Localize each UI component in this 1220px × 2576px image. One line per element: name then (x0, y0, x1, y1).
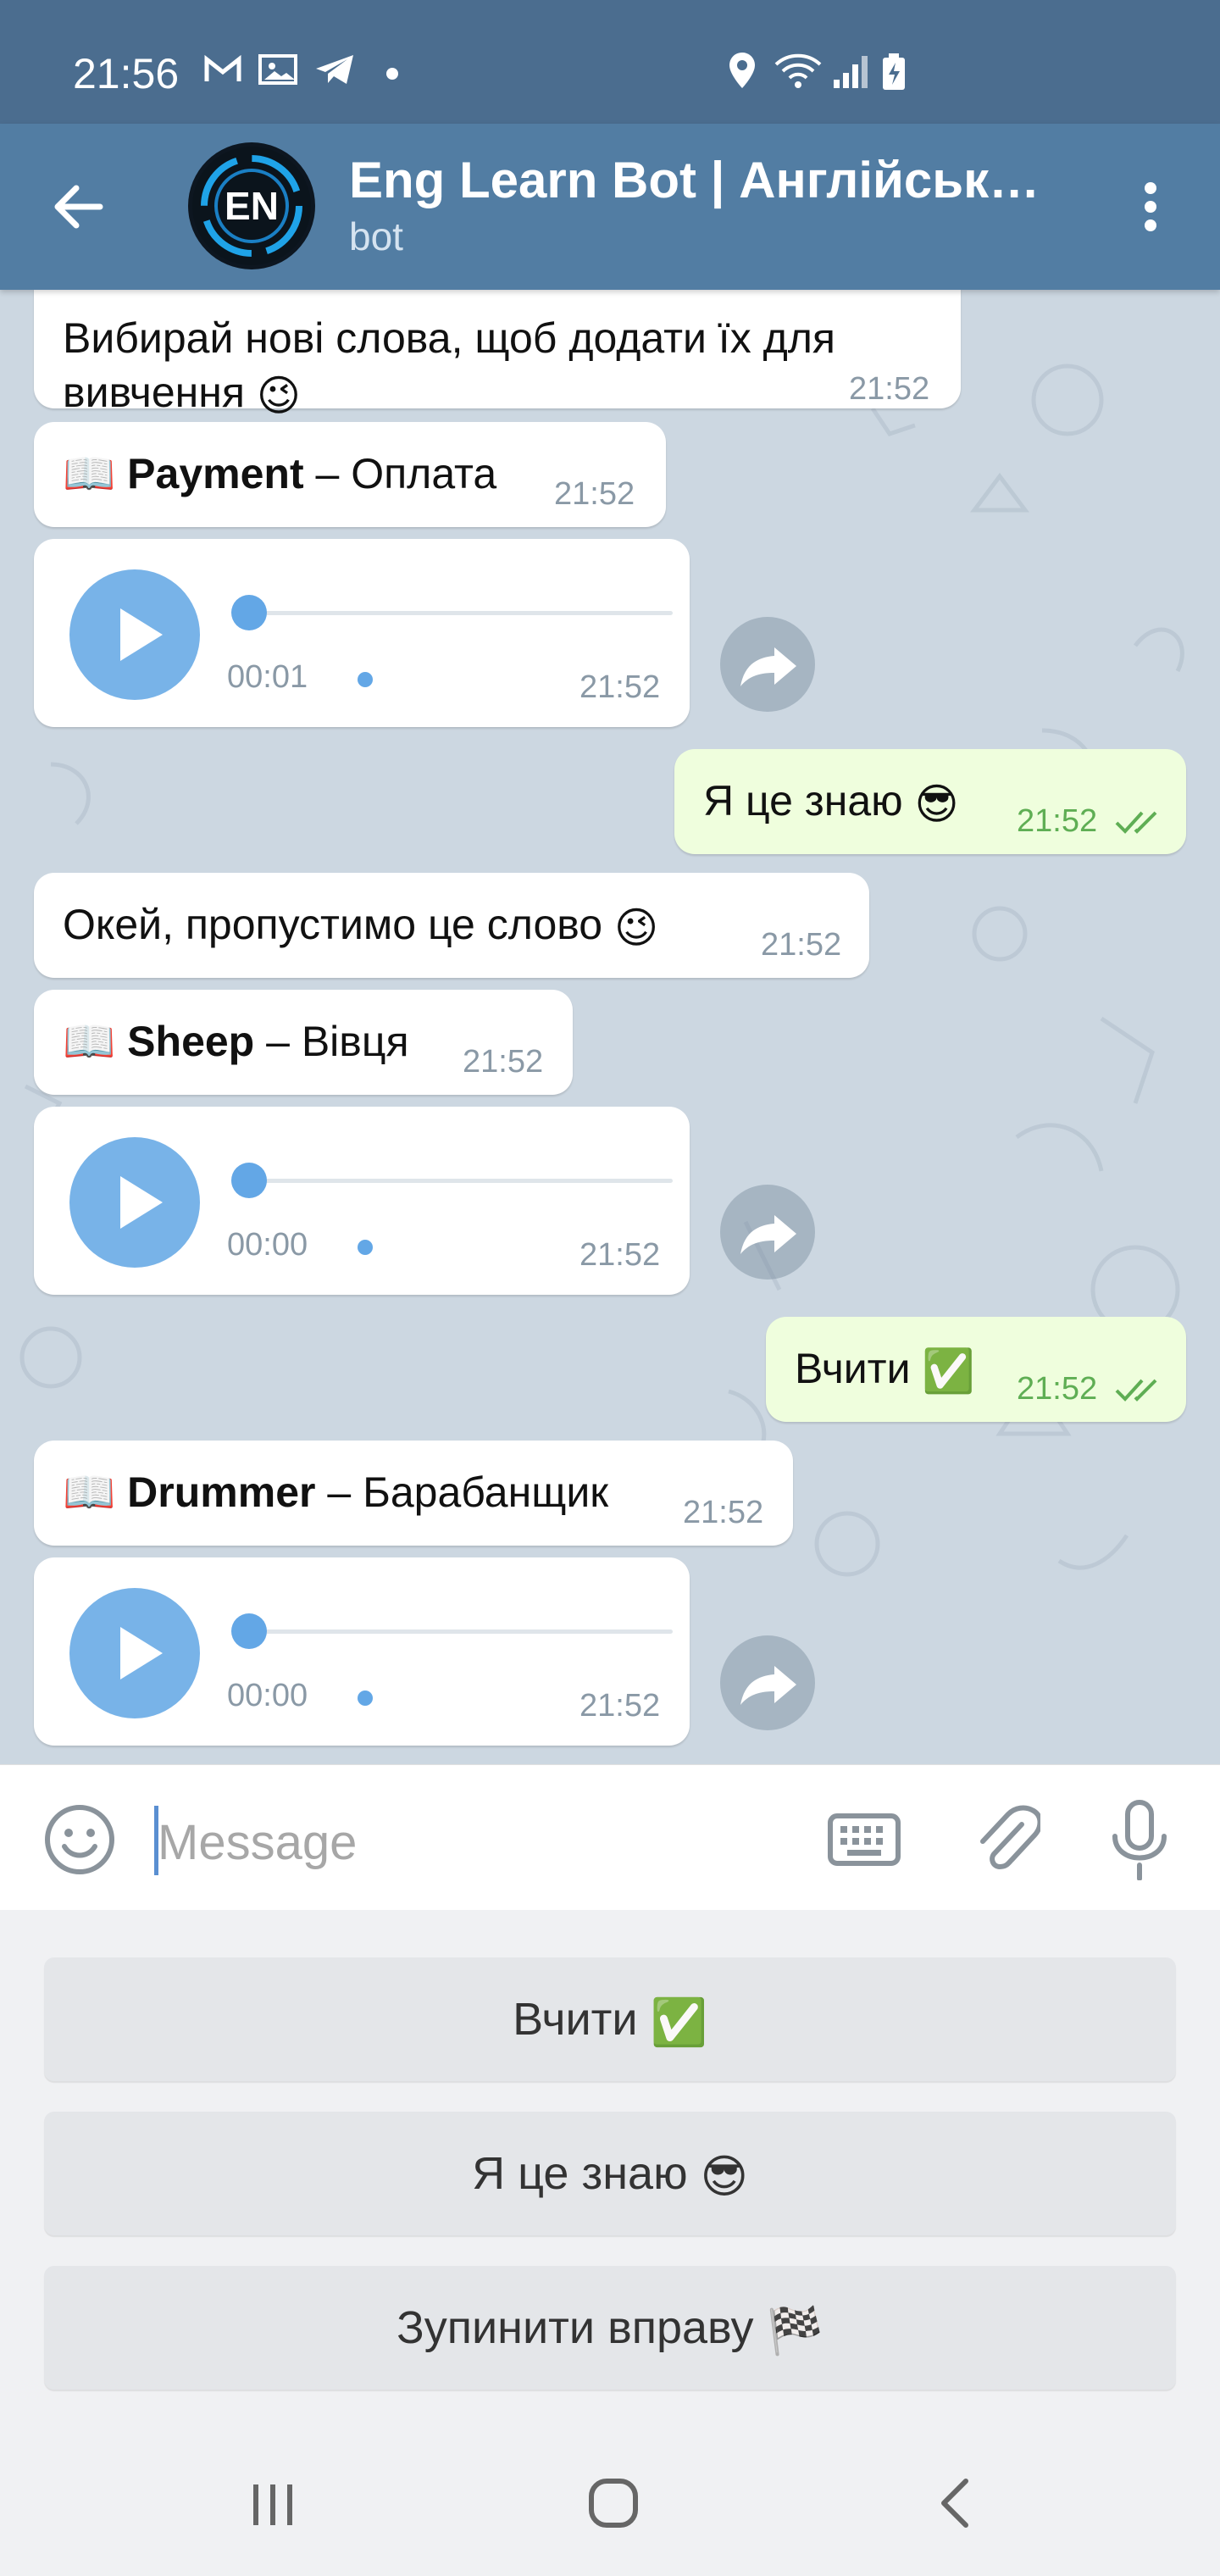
signal-icon (834, 56, 868, 88)
gmail-icon (204, 54, 241, 81)
message-time: 21:52 (580, 669, 661, 705)
message-input-bar: Message (0, 1764, 1220, 1910)
keyboard-button-learn[interactable]: Вчити ✅ (44, 1957, 1176, 2081)
share-button[interactable] (720, 1185, 815, 1280)
voice-waveform-track[interactable] (249, 611, 673, 615)
voice-message[interactable]: 00:00 21:52 (34, 1107, 690, 1295)
message-time: 21:52 (580, 1688, 661, 1724)
outgoing-message[interactable]: Вчити ✅ 21:52 (766, 1317, 1186, 1422)
system-back-icon[interactable] (935, 2476, 976, 2530)
book-icon: 📖 (63, 450, 116, 497)
translation: Вівця (301, 1018, 409, 1065)
outgoing-message[interactable]: Я це знаю 😎 21:52 (674, 749, 1186, 854)
unplayed-dot-icon (358, 672, 373, 687)
winking-face-icon: 😉 (614, 903, 659, 952)
emoji-icon[interactable] (42, 1802, 117, 1877)
play-button[interactable] (69, 1137, 200, 1268)
share-button[interactable] (720, 617, 815, 712)
message-time: 21:52 (683, 1495, 764, 1530)
battery-icon (883, 53, 905, 90)
word-card-message[interactable]: 📖 Drummer – Барабанщик 21:52 (34, 1441, 793, 1546)
message-time: 21:52 (554, 476, 635, 512)
location-icon (729, 53, 755, 88)
wifi-icon (774, 53, 822, 88)
message-bubble[interactable]: Вибирай нові слова, щоб додати їх для ви… (34, 290, 961, 419)
gallery-icon (258, 54, 297, 85)
message-text: Окей, пропустимо це слово 😉 (63, 901, 659, 952)
voice-duration: 00:00 (227, 1227, 308, 1263)
avatar[interactable]: EN (188, 142, 315, 269)
sunglasses-face-icon: 😎 (914, 780, 959, 828)
word: Payment (127, 450, 304, 497)
voice-duration: 00:00 (227, 1678, 308, 1713)
play-button[interactable] (69, 569, 200, 700)
translation: Барабанщик (363, 1468, 609, 1516)
voice-seek-handle[interactable] (231, 1613, 267, 1649)
message-time: 21:52 (463, 1044, 544, 1080)
unplayed-dot-icon (358, 1240, 373, 1255)
status-bar: 21:56 (0, 0, 1220, 124)
voice-message[interactable]: 00:00 21:52 (34, 1557, 690, 1746)
more-options-icon[interactable] (1134, 176, 1167, 237)
book-icon: 📖 (63, 1468, 116, 1516)
home-icon[interactable] (586, 2476, 640, 2530)
voice-seek-handle[interactable] (231, 1163, 267, 1198)
message-time: 21:52 (1017, 803, 1098, 839)
winking-face-icon: 😉 (256, 371, 301, 419)
message-text: 📖 Drummer – Барабанщик (63, 1468, 609, 1516)
attach-icon[interactable] (973, 1801, 1040, 1879)
voice-seek-handle[interactable] (231, 595, 267, 630)
read-check-icon (1115, 1379, 1157, 1402)
check-mark-button-icon: ✅ (922, 1347, 975, 1396)
message-time: 21:52 (849, 371, 930, 407)
message-text: Я це знаю 😎 (703, 777, 959, 828)
voice-waveform-track[interactable] (249, 1629, 673, 1634)
message-text: Вибирай нові слова, щоб додати їх для (63, 314, 836, 362)
unplayed-dot-icon (358, 1690, 373, 1706)
back-arrow-icon[interactable] (47, 176, 108, 237)
chequered-flag-icon: 🏁 (766, 2305, 824, 2357)
avatar-text: EN (225, 184, 279, 228)
keyboard-icon[interactable] (827, 1809, 901, 1870)
message-time: 21:52 (1017, 1371, 1098, 1407)
message-text: 📖 Payment – Оплата (63, 450, 497, 497)
message-text: 📖 Sheep – Вівця (63, 1018, 409, 1065)
book-icon: 📖 (63, 1018, 116, 1065)
sunglasses-face-icon: 😎 (700, 2151, 748, 2202)
share-button[interactable] (720, 1635, 815, 1730)
chat-header: EN Eng Learn Bot | Англійська… bot (0, 124, 1220, 290)
notification-dot-icon (386, 68, 398, 80)
chat-title[interactable]: Eng Learn Bot | Англійська… (349, 151, 1052, 209)
word-card-message[interactable]: 📖 Sheep – Вівця 21:52 (34, 990, 573, 1095)
voice-waveform-track[interactable] (249, 1179, 673, 1183)
play-button[interactable] (69, 1588, 200, 1718)
bot-reply-keyboard: Вчити ✅ Я це знаю 😎 Зупинити вправу 🏁 (0, 1910, 1220, 2434)
chat-subtitle: bot (349, 214, 403, 258)
keyboard-button-know[interactable]: Я це знаю 😎 (44, 2112, 1176, 2235)
message-input[interactable]: Message (158, 1814, 357, 1871)
message-bubble[interactable]: Окей, пропустимо це слово 😉 21:52 (34, 873, 869, 978)
status-time: 21:56 (73, 50, 180, 97)
voice-duration: 00:01 (227, 659, 308, 695)
check-mark-button-icon: ✅ (650, 1996, 707, 2048)
message-time: 21:52 (761, 927, 842, 963)
chat-area[interactable]: Вибирай нові слова, щоб додати їх для ви… (0, 290, 1220, 1764)
telegram-icon (316, 55, 353, 84)
word: Sheep (127, 1018, 255, 1065)
word: Drummer (127, 1468, 316, 1516)
read-check-icon (1115, 811, 1157, 834)
message-time: 21:52 (580, 1237, 661, 1273)
recent-apps-icon[interactable] (247, 2479, 298, 2530)
word-card-message[interactable]: 📖 Payment – Оплата 21:52 (34, 422, 666, 527)
system-navigation-bar (0, 2434, 1220, 2576)
message-text: Вчити ✅ (795, 1345, 975, 1396)
message-text: вивчення 😉 (63, 369, 301, 419)
voice-message[interactable]: 00:01 21:52 (34, 539, 690, 727)
keyboard-button-stop[interactable]: Зупинити вправу 🏁 (44, 2266, 1176, 2390)
translation: Оплата (351, 450, 497, 497)
microphone-icon[interactable] (1110, 1799, 1169, 1880)
